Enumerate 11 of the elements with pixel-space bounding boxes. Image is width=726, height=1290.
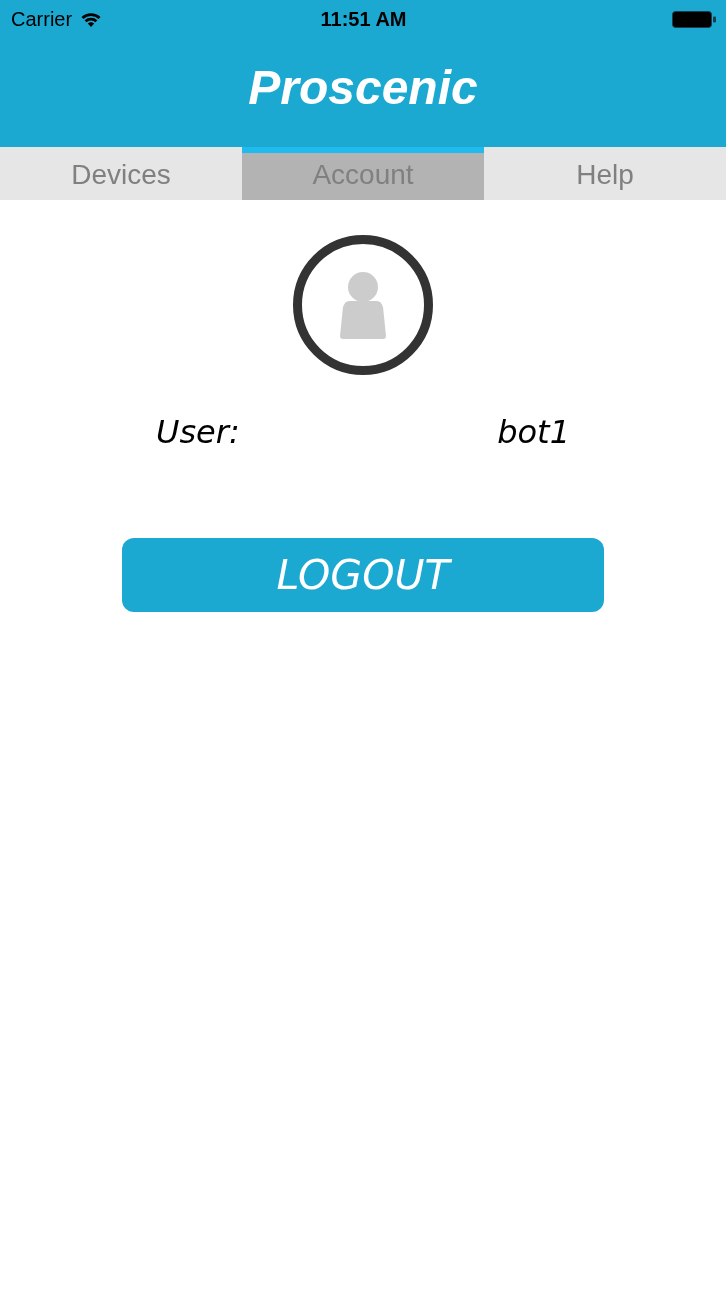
brand-logo: Proscenic xyxy=(248,63,478,112)
username: bot1 xyxy=(497,413,570,452)
tab[interactable]: Devices xyxy=(0,147,242,200)
avatar-icon xyxy=(293,235,433,375)
wifi-icon xyxy=(81,11,102,27)
carrier-label: Carrier xyxy=(11,7,73,31)
status-time: 11:51 AM xyxy=(320,7,407,31)
logout-button[interactable]: LOGOUT xyxy=(122,538,604,613)
battery-icon xyxy=(672,10,716,28)
user-label: User: xyxy=(156,413,240,452)
tab[interactable]: Help xyxy=(484,147,726,200)
